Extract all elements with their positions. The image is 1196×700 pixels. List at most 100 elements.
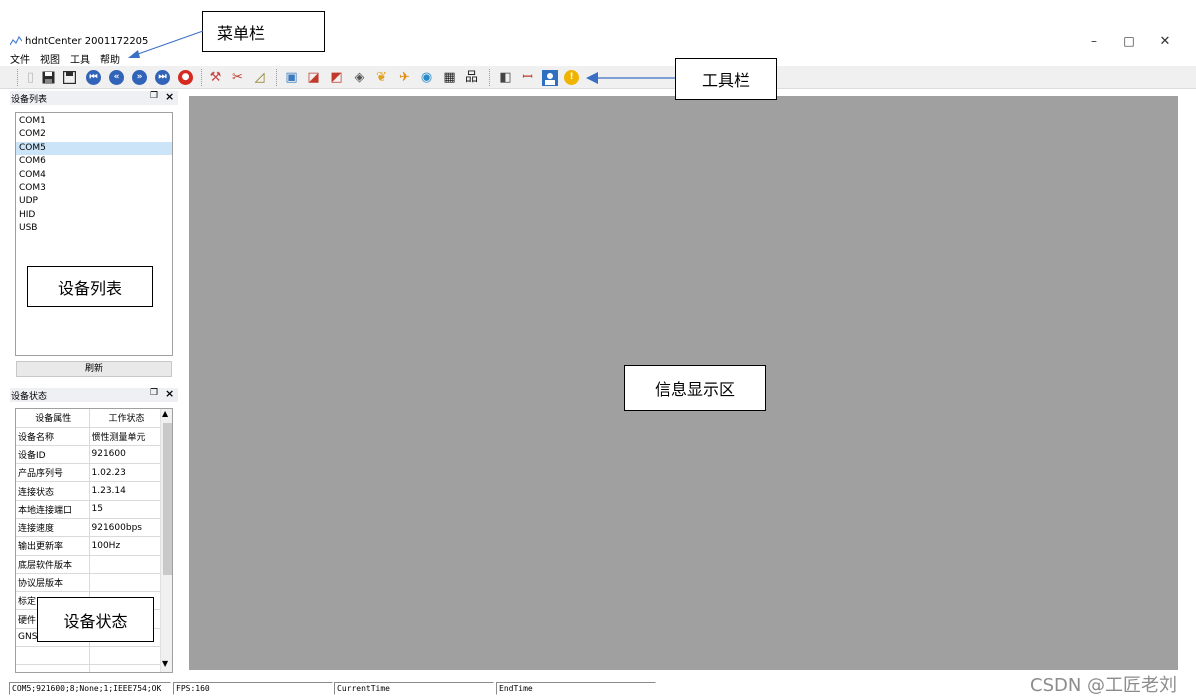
table-row: 连接状态 1.23.14 [16, 481, 163, 501]
value-cell [89, 664, 163, 672]
calibrate-icon[interactable]: ◿ [251, 69, 268, 86]
new-file-icon[interactable]: ▯ [22, 69, 39, 86]
save-as-icon[interactable] [61, 69, 78, 86]
capture-icon[interactable]: ▣ [283, 69, 300, 86]
device-list-item[interactable]: COM1 [16, 115, 172, 128]
table-icon[interactable]: ▦ [441, 69, 458, 86]
value-cell: 921600 [89, 445, 163, 465]
connect-icon[interactable]: ⚒ [207, 69, 224, 86]
value-cell: 1.02.23 [89, 463, 163, 483]
window-icon[interactable]: ◧ [497, 69, 514, 86]
menu-item-help[interactable]: 帮助 [100, 51, 120, 66]
info-area-callout: 信息显示区 [624, 365, 766, 411]
scrollbar-thumb[interactable] [163, 423, 172, 575]
cube-icon[interactable]: ◈ [351, 69, 368, 86]
plane-icon[interactable]: ✈ [396, 69, 413, 86]
info-icon[interactable]: ! [563, 69, 580, 86]
close-button[interactable]: ✕ [1155, 34, 1175, 49]
menu-item-file[interactable]: 文件 [10, 51, 30, 66]
value-cell: 惯性测量单元 [89, 427, 163, 446]
property-cell: 本地连接端口 [16, 500, 90, 519]
device-list-item[interactable]: COM4 [16, 169, 172, 182]
close-panel-icon[interactable]: × [165, 90, 174, 103]
property-cell [16, 646, 90, 666]
refresh-button[interactable]: 刷新 [16, 361, 172, 377]
menu-item-tools[interactable]: 工具 [70, 51, 90, 66]
device-list-panel-header: 设备列表 ❐ × [10, 90, 178, 105]
device-list-item[interactable]: USB [16, 222, 172, 235]
scroll-down-icon[interactable]: ▼ [162, 659, 168, 668]
scroll-up-icon[interactable]: ▲ [162, 409, 168, 418]
table-row: 协议层版本 [16, 573, 163, 593]
device-list-item[interactable]: COM3 [16, 182, 172, 195]
toolbar-callout: 工具栏 [675, 58, 777, 100]
save-icon[interactable] [40, 69, 57, 86]
stop-icon[interactable]: ● [177, 69, 194, 86]
network-icon[interactable]: 品 [463, 69, 480, 86]
value-cell: 1.23.14 [89, 481, 163, 501]
forward-icon[interactable]: » [131, 69, 148, 86]
device-list-item[interactable]: COM2 [16, 128, 172, 141]
device-status-panel-title: 设备状态 [11, 392, 48, 402]
device-list-item[interactable]: HID [16, 209, 172, 222]
menu-item-view[interactable]: 视图 [40, 51, 60, 66]
toolbar-separator [17, 69, 18, 86]
table-row: 输出更新率 100Hz [16, 536, 163, 556]
value-cell: 15 [89, 500, 163, 519]
value-cell [89, 646, 163, 666]
chart-line-icon[interactable]: ◪ [305, 69, 322, 86]
table-row: 产品序列号 1.02.23 [16, 463, 163, 483]
value-cell: 100Hz [89, 536, 163, 556]
close-panel-icon[interactable]: × [165, 387, 174, 400]
device-status-panel-header: 设备状态 ❐ × [10, 387, 178, 402]
device-list-item[interactable]: COM6 [16, 155, 172, 168]
vertical-scrollbar[interactable]: ▲ ▼ [160, 409, 172, 672]
property-cell: 连接速度 [16, 518, 90, 538]
people-icon[interactable]: ❦ [373, 69, 390, 86]
watermark: CSDN @工匠老刘 [1030, 675, 1178, 696]
device-list-panel-title: 设备列表 [11, 95, 48, 105]
maximize-button[interactable]: □ [1119, 34, 1139, 48]
device-list-item-selected[interactable]: COM5 [16, 141, 172, 156]
status-bar: COM5;921600;8;None;1;IEEE754;OK FPS:160 … [0, 681, 1196, 695]
table-row: 底层软件版本 [16, 555, 163, 574]
property-cell: 设备ID [16, 445, 90, 465]
table-row: 设备ID 921600 [16, 445, 163, 465]
end-time: EndTime [496, 682, 656, 695]
menu-bar: 文件 视图 工具 帮助 [10, 51, 120, 66]
device-list-item[interactable]: UDP [16, 195, 172, 208]
tools-icon[interactable]: ✂ [229, 69, 246, 86]
minimize-button[interactable]: – [1084, 34, 1104, 48]
float-panel-icon[interactable]: ❐ [150, 91, 158, 101]
table-row: 设备名称 惯性测量单元 [16, 427, 163, 446]
title-bar: hdntCenter 2001172205 – □ ✕ [0, 30, 1196, 50]
property-cell: 底层软件版本 [16, 555, 90, 574]
column-header: 设备属性 [16, 409, 90, 428]
property-cell: 设备名称 [16, 427, 90, 446]
fps-readout: FPS:160 [173, 682, 333, 695]
first-icon[interactable]: ⏮ [85, 69, 102, 86]
chart-area-icon[interactable]: ◩ [328, 69, 345, 86]
last-icon[interactable]: ⏭ [154, 69, 171, 86]
signal-icon[interactable]: ꟷ [519, 69, 536, 86]
value-cell [89, 555, 163, 574]
float-panel-icon[interactable]: ❐ [150, 388, 158, 398]
rewind-icon[interactable]: « [108, 69, 125, 86]
table-row: 本地连接端口 15 [16, 500, 163, 519]
menu-bar-callout: 菜单栏 [202, 11, 325, 52]
globe-icon[interactable]: ◉ [418, 69, 435, 86]
value-cell: 921600bps [89, 518, 163, 538]
toolbar-separator [276, 69, 277, 86]
port-info: COM5;921600;8;None;1;IEEE754;OK [9, 682, 171, 695]
property-cell: 连接状态 [16, 481, 90, 501]
device-status-callout: 设备状态 [37, 597, 154, 642]
current-time: CurrentTime [334, 682, 494, 695]
user-icon[interactable] [541, 69, 558, 86]
property-cell: 协议层版本 [16, 573, 90, 593]
column-header: 工作状态 [89, 409, 163, 428]
table-row [16, 646, 163, 666]
property-cell: 产品序列号 [16, 463, 90, 483]
table-row: 连接速度 921600bps [16, 518, 163, 538]
device-list: COM1 COM2 COM5 COM6 COM4 COM3 UDP HID US… [15, 112, 173, 356]
toolbar-separator [489, 69, 490, 86]
